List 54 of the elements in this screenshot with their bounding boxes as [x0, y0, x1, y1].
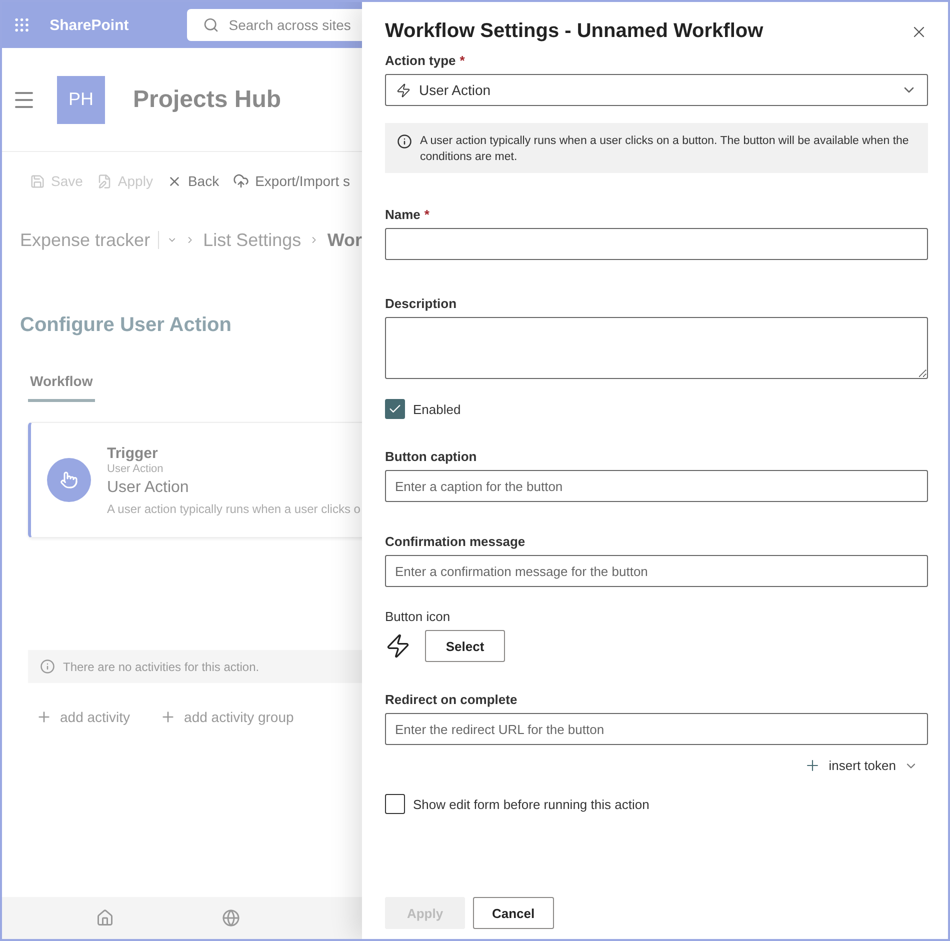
home-icon[interactable] [96, 909, 114, 927]
info-text: A user action typically runs when a user clicks on a button. The button will be available when the conditions are met. [420, 134, 910, 165]
required-mark: * [424, 207, 430, 222]
field-label: Redirect on complete [385, 692, 518, 707]
required-mark: * [460, 53, 465, 68]
field-label: Button icon [385, 609, 452, 624]
lightning-icon [396, 82, 411, 98]
breadcrumb-link[interactable]: List Settings [203, 230, 302, 250]
text-field[interactable]: Enter the redirect URL for the button [385, 713, 928, 745]
info-icon [40, 659, 55, 674]
checkbox[interactable] [385, 399, 405, 419]
app-name: SharePoint [50, 16, 129, 34]
checkbox-label: Enabled [413, 402, 461, 416]
search-icon [202, 17, 219, 33]
save-icon [30, 174, 45, 188]
insert-token-button[interactable]: insert token [804, 757, 918, 774]
plus-icon [36, 709, 52, 725]
cancel-button[interactable]: Cancel [473, 897, 554, 929]
document-edit-icon [96, 174, 112, 188]
toolbar-button[interactable]: Export/Import s [233, 173, 350, 189]
notice-text: There are no activities for this action. [63, 660, 260, 674]
field-label: Name [385, 207, 420, 222]
field-label: Button caption [385, 449, 477, 464]
text-area[interactable] [385, 317, 928, 379]
search-field[interactable]: Search across sites [186, 9, 362, 41]
text-field[interactable] [385, 228, 928, 260]
pointer-icon [47, 458, 91, 502]
text-field[interactable]: Enter a caption for the button [385, 470, 928, 502]
site-title: Projects Hub [133, 86, 282, 114]
add-link[interactable]: add activity [36, 709, 130, 725]
cloud-icon [233, 173, 250, 189]
page-title: Configure User Action [19, 313, 232, 337]
card-description: A user action typically runs when a user clicks o [107, 502, 360, 516]
select-button[interactable]: Select [425, 630, 505, 662]
field-label: Action type [385, 53, 456, 68]
checkbox-label: Show edit form before running this action [413, 796, 650, 812]
toolbar-button[interactable]: Back [166, 173, 220, 189]
action-type-dropdown[interactable]: User Action [385, 74, 928, 106]
info-icon [397, 134, 412, 149]
lightning-icon [385, 633, 411, 659]
site-logo: PH [57, 76, 105, 124]
add-link[interactable]: add activity group [160, 709, 294, 725]
field-label: Confirmation message [385, 534, 526, 549]
breadcrumb-link[interactable]: Wor [327, 230, 362, 250]
card-title: User Action [107, 478, 190, 496]
card-subtitle: User Action [107, 462, 164, 474]
breadcrumb-link[interactable]: Expense tracker [20, 230, 150, 250]
globe-icon[interactable] [222, 909, 240, 927]
field-label: Description [385, 296, 457, 311]
tab[interactable]: Workflow [28, 369, 95, 402]
panel-title: Workflow Settings - Unnamed Workflow [385, 20, 764, 43]
checkbox[interactable] [385, 794, 405, 814]
text-field[interactable]: Enter a confirmation message for the button [385, 555, 928, 587]
card-heading: Trigger [107, 444, 159, 462]
